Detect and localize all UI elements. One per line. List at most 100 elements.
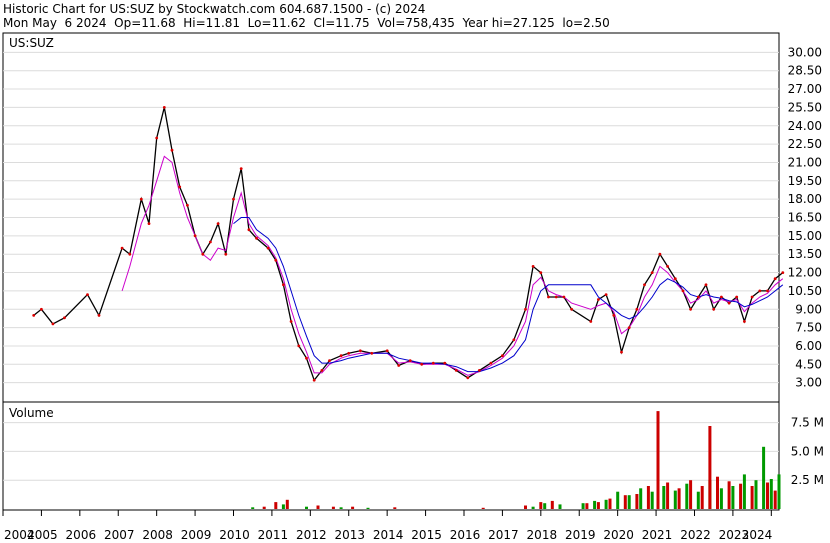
price-point [712, 307, 716, 311]
price-point [32, 314, 36, 317]
volume-bar-down-volume [716, 476, 719, 509]
price-point [443, 361, 447, 365]
price-point [727, 301, 731, 305]
price-point [431, 361, 435, 365]
x-tick-label: 2015 [411, 528, 442, 542]
price-point [186, 203, 189, 207]
price-point [247, 228, 251, 232]
volume-bar-down-volume [608, 498, 612, 509]
volume-bar-down-volume [550, 500, 554, 509]
price-point [120, 246, 124, 250]
volume-bar-down-volume [331, 506, 335, 509]
volume-bar-up-volume [742, 474, 746, 509]
volume-tick-label: 5.0 M [791, 444, 824, 458]
volume-bar-up-volume [685, 483, 689, 509]
price-tick-label: 7.50 [795, 321, 822, 335]
price-point [766, 289, 769, 293]
price-point [489, 361, 493, 365]
price-point [201, 252, 205, 256]
price-point [720, 295, 723, 299]
price-point [704, 283, 708, 287]
price-point [224, 252, 228, 256]
volume-bar-down-volume [739, 483, 743, 509]
volume-bar-down-volume [585, 503, 589, 509]
volume-bar-down-volume [689, 480, 693, 509]
chart-header-line-1: Historic Chart for US:SUZ by Stockwatch.… [3, 2, 425, 16]
x-tick-label: 2008 [142, 528, 173, 542]
price-tick-label: 15.00 [788, 229, 822, 243]
volume-bar-up-volume [719, 488, 723, 509]
volume-bar-down-volume [677, 488, 681, 509]
price-point [512, 338, 516, 342]
price-point [696, 295, 700, 299]
price-point [524, 307, 527, 311]
price-point [358, 349, 362, 353]
price-point [232, 197, 235, 201]
volume-bar-down-volume [700, 486, 704, 509]
price-point [650, 271, 654, 274]
volume-bar-up-volume [604, 499, 608, 509]
price-point [781, 271, 785, 274]
price-point [597, 298, 600, 301]
volume-bar-up-volume [366, 507, 370, 509]
price-point [539, 271, 543, 274]
price-point [162, 106, 166, 109]
price-point [627, 326, 631, 329]
price-point [289, 320, 293, 323]
volume-bar-up-volume [593, 500, 597, 509]
price-tick-label: 28.50 [788, 64, 822, 78]
x-tick-label: 2013 [334, 528, 365, 542]
price-point [147, 222, 151, 226]
price-point [51, 322, 55, 326]
price-point [385, 349, 389, 353]
volume-tick-label: 2.5 M [791, 473, 824, 487]
price-point [681, 289, 685, 293]
x-tick-label: 2021 [642, 528, 673, 542]
price-tick-label: 27.00 [788, 82, 822, 96]
price-point [604, 293, 608, 296]
price-point [328, 359, 331, 362]
price-point [216, 222, 220, 226]
price-y-axis-ticks: 30.00 28.50 27.00 25.50 24.00 22.50 21.00 19.50… [788, 45, 822, 389]
volume-bar-down-volume [666, 482, 670, 509]
x-tick-label: 2012 [296, 528, 327, 542]
volume-bar-down-volume [773, 490, 777, 509]
volume-bar-down-volume [285, 499, 289, 509]
price-point [666, 265, 669, 268]
price-point [297, 344, 301, 348]
volume-bar-up-volume [558, 504, 562, 509]
price-point [643, 283, 646, 287]
volume-bar-down-volume [316, 505, 320, 509]
x-tick-label: 2020 [603, 528, 634, 542]
volume-bar-down-volume [524, 505, 527, 509]
chart-header-line-2: Mon May 6 2024 Op=11.68 Hi=11.81 Lo=11.6… [3, 16, 610, 30]
volume-bar-down-volume [262, 506, 266, 509]
volume-bar-up-volume [305, 506, 308, 509]
volume-bar-down-volume [274, 502, 278, 509]
price-point [155, 136, 159, 140]
price-point [274, 258, 278, 262]
volume-bar-up-volume [769, 479, 773, 509]
x-tick-label: 2019 [565, 528, 596, 542]
price-point [408, 359, 412, 362]
price-point [178, 185, 182, 189]
x-tick-label: 2022 [680, 528, 711, 542]
volume-bar-down-volume [766, 482, 769, 509]
price-point [612, 314, 616, 317]
volume-bar-down-volume [393, 507, 397, 509]
volume-bar-up-volume [531, 506, 535, 509]
volume-bar-down-volume [481, 507, 485, 509]
price-point [397, 364, 401, 367]
price-point [40, 307, 43, 311]
price-point [620, 350, 623, 354]
price-point [758, 289, 762, 293]
volume-bar-up-volume [281, 504, 285, 509]
volume-bar-down-volume [750, 486, 754, 509]
x-tick-label: 2005 [27, 528, 58, 542]
price-tick-label: 4.50 [795, 357, 822, 371]
price-tick-label: 10.50 [788, 284, 822, 298]
volume-bar-down-volume [351, 506, 355, 509]
volume-bar-down-volume [635, 494, 639, 509]
price-tick-label: 30.00 [788, 45, 822, 59]
price-point [562, 295, 566, 299]
